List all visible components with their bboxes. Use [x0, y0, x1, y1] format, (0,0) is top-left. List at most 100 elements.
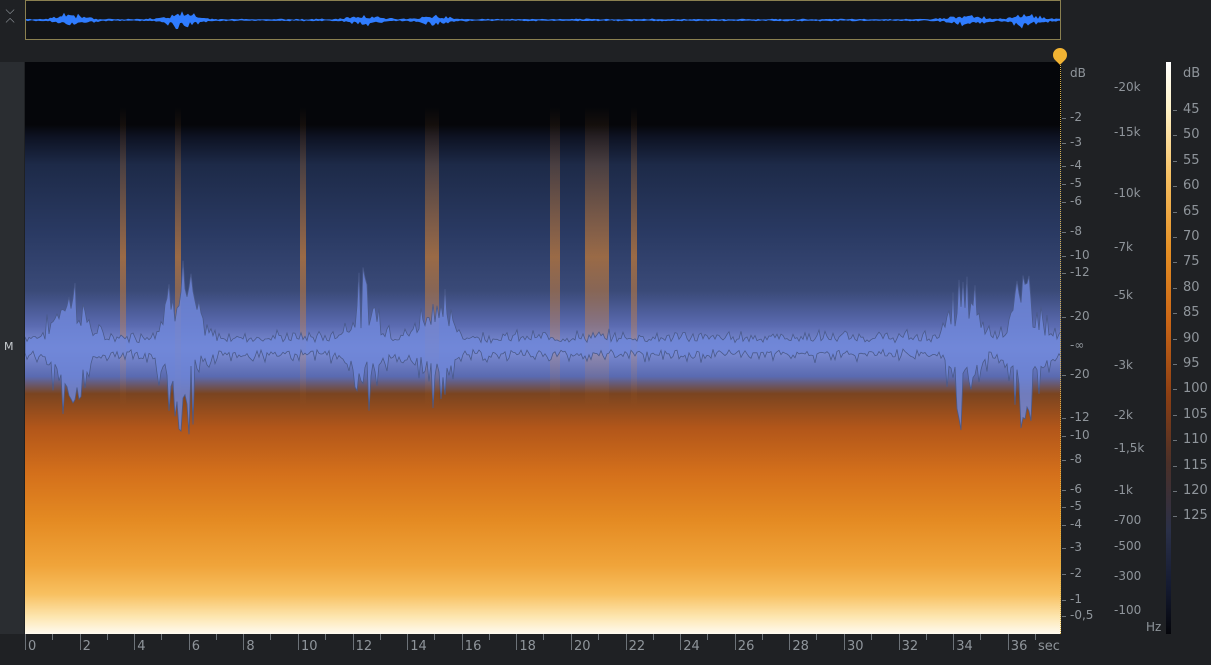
freq-tick-label: -300 — [1114, 569, 1142, 583]
db-tick-label: -0,5 — [1070, 608, 1094, 622]
colorbar-tick-label: 80 — [1183, 279, 1200, 295]
colorbar-tick-label: 105 — [1183, 406, 1208, 422]
db-tick-label: -2 — [1070, 566, 1082, 580]
time-minor-tick — [652, 634, 654, 640]
freq-tick-label: -20k — [1114, 80, 1141, 94]
time-minor-tick — [215, 634, 217, 640]
time-tick-mark — [680, 634, 682, 650]
colorbar-tick-label: 55 — [1183, 152, 1200, 168]
colorbar-tick-mark — [1173, 237, 1177, 238]
colorbar-tick-mark — [1173, 160, 1177, 162]
db-tick-mark — [1062, 507, 1066, 508]
colorbar-unit-label: dB — [1183, 66, 1201, 81]
overview-waveform[interactable] — [25, 0, 1061, 40]
colorbar-tick-mark — [1173, 287, 1177, 289]
db-tick-label: -10 — [1070, 248, 1090, 262]
db-tick-mark — [1062, 436, 1066, 437]
freq-tick-label: -2k — [1114, 408, 1133, 422]
db-tick-mark — [1062, 600, 1066, 601]
colorbar-tick-mark — [1173, 338, 1177, 340]
colorbar-tick-label: 45 — [1183, 102, 1200, 117]
freq-tick-label: -7k — [1114, 240, 1133, 254]
time-minor-tick — [52, 634, 53, 640]
db-tick-mark — [1062, 375, 1066, 376]
time-minor-tick — [106, 634, 108, 640]
db-tick-mark — [1062, 548, 1066, 549]
time-tick-label: 2 — [82, 639, 91, 654]
time-tick-label: 16 — [464, 639, 482, 654]
db-tick-mark — [1062, 256, 1066, 257]
time-tick-label: 6 — [191, 639, 201, 654]
time-tick-label: 10 — [301, 639, 318, 654]
db-tick-label: -2 — [1070, 110, 1082, 124]
time-tick-mark — [134, 634, 136, 650]
channel-label: M — [4, 340, 14, 353]
colorbar-tick-label: 95 — [1183, 356, 1200, 371]
time-minor-tick — [980, 634, 982, 640]
db-tick-mark — [1062, 525, 1066, 526]
time-tick-label: 26 — [737, 639, 755, 654]
colorbar-tick-label: 60 — [1183, 178, 1200, 194]
time-minor-tick — [488, 634, 490, 640]
db-tick-label: -12 — [1070, 410, 1090, 424]
time-minor-tick — [707, 634, 709, 640]
colorbar-tick-label: 75 — [1183, 254, 1200, 270]
db-tick-mark — [1062, 574, 1066, 575]
time-tick-mark — [898, 634, 900, 650]
time-tick-mark — [188, 634, 190, 650]
time-tick-label: 36 — [1010, 639, 1028, 654]
time-tick-mark — [625, 634, 627, 650]
db-tick-label: -6 — [1070, 482, 1082, 496]
time-tick-mark — [953, 634, 955, 650]
colorbar-tick-mark — [1173, 313, 1177, 315]
time-tick-mark — [25, 634, 26, 650]
time-axis[interactable]: sec 0 2 4 6 8 10 12 14 16 18 20 22 24 26 28 30 32 34 36 — [25, 634, 1085, 665]
db-tick-label: -4 — [1070, 517, 1082, 531]
time-minor-tick — [161, 634, 163, 640]
colorbar-tick-mark — [1173, 389, 1177, 391]
hz-unit-label: Hz — [1146, 620, 1162, 634]
db-tick-mark — [1062, 490, 1066, 491]
collapse-overview-button[interactable]: ⌵ ⌵ — [0, 4, 20, 36]
colorbar-tick-mark — [1173, 364, 1177, 365]
db-center-label: -∞ — [1070, 338, 1085, 352]
db-tick-label: -12 — [1070, 265, 1090, 279]
waveform-overlay — [25, 260, 1061, 435]
colorbar-tick-label: 120 — [1183, 483, 1208, 498]
spectrogram-view[interactable] — [25, 62, 1061, 634]
colorbar-tick-mark — [1173, 465, 1177, 467]
time-tick-label: 32 — [901, 639, 919, 654]
time-minor-tick — [925, 634, 927, 640]
time-tick-label: 0 — [28, 639, 37, 654]
freq-tick-label: -1,5k — [1114, 441, 1145, 455]
time-minor-tick — [379, 634, 381, 640]
colorbar-tick-mark — [1173, 211, 1177, 213]
time-minor-tick — [761, 634, 763, 640]
colorbar-tick-mark — [1173, 110, 1177, 111]
time-tick-mark — [407, 634, 409, 650]
db-unit-label: dB — [1070, 66, 1086, 80]
db-tick-label: -4 — [1070, 158, 1082, 172]
time-minor-tick — [816, 634, 818, 640]
colorbar-tick-mark — [1173, 516, 1177, 518]
db-tick-label: -10 — [1070, 428, 1090, 442]
time-unit-label: sec — [1038, 639, 1060, 654]
db-tick-mark — [1062, 232, 1066, 233]
colorbar-tick-label: 50 — [1183, 127, 1200, 143]
db-tick-mark — [1062, 460, 1066, 461]
db-tick-mark — [1062, 118, 1066, 119]
db-tick-label: -5 — [1070, 176, 1082, 190]
freq-tick-label: -3k — [1114, 358, 1133, 372]
colorbar-tick-mark — [1173, 440, 1177, 442]
colorbar-tick-mark — [1173, 186, 1177, 188]
overview-waveform-graphic — [26, 11, 1060, 30]
time-tick-mark — [516, 634, 518, 650]
time-minor-tick — [598, 634, 599, 640]
colorbar-tick-label: 125 — [1183, 508, 1208, 524]
time-minor-tick — [1034, 634, 1036, 640]
time-minor-tick — [434, 634, 436, 640]
colorbar-tick-mark — [1173, 414, 1177, 416]
time-tick-label: 28 — [792, 639, 809, 654]
time-minor-tick — [543, 634, 545, 640]
db-tick-label: -3 — [1070, 540, 1082, 554]
